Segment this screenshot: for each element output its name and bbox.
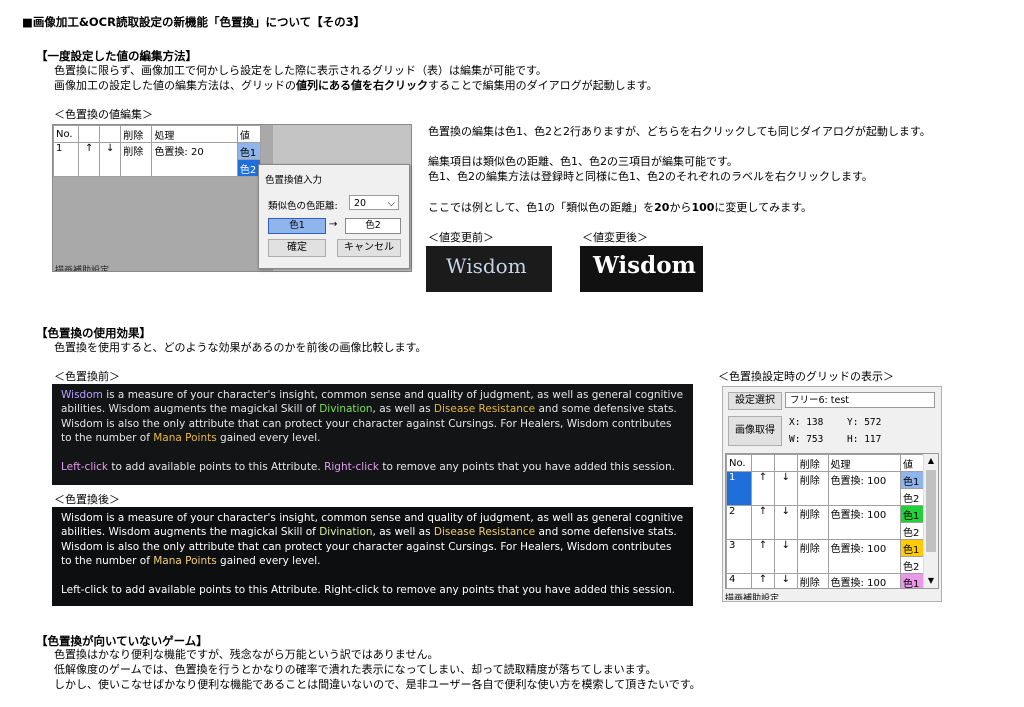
color1-label[interactable]: 色1 bbox=[268, 218, 326, 234]
coord-h: H: 117 bbox=[847, 434, 882, 445]
edit-heading: 【一度設定した値の編集方法】 bbox=[36, 49, 197, 63]
panel-scrollbar[interactable]: ▲ ▼ bbox=[923, 454, 938, 588]
panel-header-no: No. bbox=[726, 454, 752, 472]
edit-desc2: 編集項目は類似色の距離、色1、色2の三項目が編集可能です。 bbox=[428, 155, 738, 168]
effect-after-caption: ＜色置換後＞ bbox=[54, 493, 120, 506]
color2-cell[interactable]: 色2 bbox=[900, 522, 924, 540]
table-row: 1 ↑ ↓ 削除 色置換: 100 色1 bbox=[726, 471, 924, 506]
unsuited-heading: 【色置換が向いていないゲーム】 bbox=[36, 634, 208, 648]
grid-header-value: 値 bbox=[236, 125, 262, 143]
move-down-button[interactable]: ↓ bbox=[773, 471, 798, 506]
color1-cell[interactable]: 色1 bbox=[900, 471, 924, 489]
confirm-button[interactable]: 確定 bbox=[268, 239, 326, 257]
dialog-title: 色置換値入力 bbox=[265, 175, 323, 186]
grid-header-delete: 削除 bbox=[120, 125, 153, 143]
cancel-button[interactable]: キャンセル bbox=[337, 239, 401, 257]
delete-button[interactable]: 削除 bbox=[796, 573, 829, 588]
move-down-button[interactable]: ↓ bbox=[773, 505, 798, 540]
panel-header-process: 処理 bbox=[827, 454, 902, 472]
delete-button[interactable]: 削除 bbox=[796, 505, 829, 540]
panel-footer-label: 描画補助設定 bbox=[725, 594, 780, 600]
color2-label[interactable]: 色2 bbox=[345, 218, 401, 234]
wisdom-after-text: Wisdom bbox=[593, 252, 696, 279]
value-input-dialog: 色置換値入力 類似色の色距離: 20 ⌵ 色1 → 色2 確定 キャンセル bbox=[258, 164, 410, 269]
table-row: 2 ↑ ↓ 削除 色置換: 100 色1 bbox=[726, 505, 924, 540]
effect-heading: 【色置換の使用効果】 bbox=[36, 326, 151, 340]
distance-label: 類似色の色距離: bbox=[268, 201, 338, 212]
game-text-before: Wisdom is a measure of your character's … bbox=[52, 384, 693, 485]
wisdom-before-text: Wisdom bbox=[446, 254, 527, 278]
arrow-icon: → bbox=[329, 219, 338, 230]
move-up-button[interactable]: ↑ bbox=[78, 142, 101, 177]
wisdom-after-image: Wisdom bbox=[580, 246, 703, 292]
game-text-after: Wisdom is a measure of your character's … bbox=[52, 507, 693, 606]
grid-header-process: 処理 bbox=[151, 125, 238, 143]
table-row: 3 ↑ ↓ 削除 色置換: 100 色1 bbox=[726, 539, 924, 574]
chevron-down-icon: ⌵ bbox=[387, 198, 395, 209]
select-settings-button[interactable]: 設定選択 bbox=[728, 392, 782, 410]
edit-grid-table: No. 削除 処理 値 1 ↑ ↓ 削除 色置換: 20 色1 色2 bbox=[52, 125, 262, 177]
distance-value: 20 bbox=[354, 198, 367, 209]
delete-button[interactable]: 削除 bbox=[120, 142, 153, 177]
unsuited-line1: 色置換はかなり便利な機能ですが、残念ながら万能という訳ではありません。 bbox=[54, 648, 439, 661]
grid-color1-cell[interactable]: 色1 bbox=[236, 142, 262, 160]
edit-desc3: 色1、色2の編集方法は登録時と同様に色1、色2のそれぞれのラベルを右クリックしま… bbox=[428, 170, 873, 183]
grid-settings-panel: 設定選択 フリー6: test 画像取得 X: 138 Y: 572 W: 75… bbox=[722, 386, 942, 602]
edit-line2: 画像加工の設定した値の編集方法は、グリッドの値列にある値を右クリックすることで編… bbox=[54, 79, 658, 92]
move-down-button[interactable]: ↓ bbox=[99, 142, 122, 177]
table-row: 4 ↑ ↓ 削除 色置換: 100 色1 bbox=[726, 573, 924, 588]
after-change-caption: ＜値変更後＞ bbox=[582, 231, 648, 244]
grid-process-cell: 色置換: 20 bbox=[151, 142, 238, 177]
before-change-caption: ＜値変更前＞ bbox=[428, 231, 494, 244]
move-up-button[interactable]: ↑ bbox=[750, 471, 775, 506]
grid-footer-label: 描画補助設定 bbox=[55, 266, 110, 271]
effect-before-caption: ＜色置換前＞ bbox=[54, 370, 120, 383]
unsuited-line3: しかし、使いこなせばかなり便利な機能であることは間違いないので、是非ユーザー各自… bbox=[54, 678, 701, 691]
move-down-button[interactable]: ↓ bbox=[773, 539, 798, 574]
delete-button[interactable]: 削除 bbox=[796, 539, 829, 574]
scrollbar-thumb[interactable] bbox=[926, 470, 936, 552]
panel-grid-table: No. 削除 処理 値 1 ↑ ↓ 削除 色置換: 100 色1 色2 2 ↑ … bbox=[726, 454, 924, 588]
coord-x: X: 138 bbox=[789, 417, 824, 428]
color1-cell[interactable]: 色1 bbox=[900, 573, 924, 588]
coord-y: Y: 572 bbox=[847, 417, 882, 428]
effect-line1: 色置換を使用すると、どのような効果があるのかを前後の画像比較します。 bbox=[54, 341, 427, 354]
unsuited-line2: 低解像度のゲームでは、色置換を行うとかなりの確率で潰れた表示になってしまい、却っ… bbox=[54, 663, 657, 676]
edit-desc4: ここでは例として、色1の「類似色の距離」を20から100に変更してみます。 bbox=[428, 201, 812, 214]
move-up-button[interactable]: ↑ bbox=[750, 539, 775, 574]
grid-row-no: 1 bbox=[52, 142, 80, 177]
grid-display-caption: ＜色置換設定時のグリッドの表示＞ bbox=[718, 370, 894, 383]
move-up-button[interactable]: ↑ bbox=[750, 573, 775, 588]
edit-line1: 色置換に限らず、画像加工で何かしら設定をした際に表示されるグリッド（表）は編集が… bbox=[54, 64, 547, 77]
page-title: ■画像加工&OCR読取設定の新機能「色置換」について【その3】 bbox=[22, 15, 366, 29]
distance-select[interactable]: 20 ⌵ bbox=[349, 195, 399, 210]
capture-image-button[interactable]: 画像取得 bbox=[728, 416, 782, 446]
color2-cell[interactable]: 色2 bbox=[900, 556, 924, 574]
grid-header-no: No. bbox=[52, 125, 80, 143]
delete-button[interactable]: 削除 bbox=[796, 471, 829, 506]
color1-cell[interactable]: 色1 bbox=[900, 539, 924, 557]
edit-desc1: 色置換の編集は色1、色2と2行ありますが、どちらを右クリックしても同じダイアログ… bbox=[428, 125, 931, 138]
chevron-up-icon[interactable]: ▲ bbox=[925, 455, 937, 467]
move-down-button[interactable]: ↓ bbox=[773, 573, 798, 588]
color1-cell[interactable]: 色1 bbox=[900, 505, 924, 523]
move-up-button[interactable]: ↑ bbox=[750, 505, 775, 540]
chevron-down-icon[interactable]: ▼ bbox=[925, 575, 937, 587]
edit-caption: ＜色置換の値編集＞ bbox=[54, 108, 153, 121]
panel-grid-viewport: No. 削除 処理 値 1 ↑ ↓ 削除 色置換: 100 色1 色2 2 ↑ … bbox=[725, 453, 939, 589]
coord-w: W: 753 bbox=[789, 434, 824, 445]
panel-header-delete: 削除 bbox=[796, 454, 829, 472]
wisdom-before-image: Wisdom bbox=[426, 246, 552, 292]
profile-field[interactable]: フリー6: test bbox=[785, 392, 935, 408]
color2-cell[interactable]: 色2 bbox=[900, 488, 924, 506]
panel-header-value: 値 bbox=[900, 454, 924, 472]
